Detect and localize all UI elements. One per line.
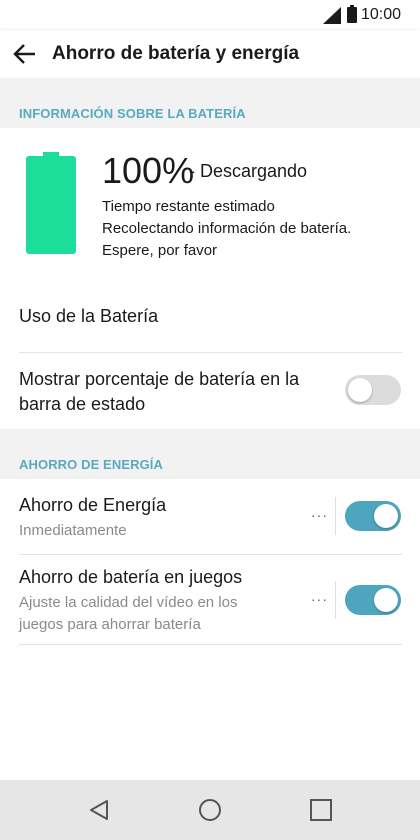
home-circle-icon[interactable] bbox=[198, 798, 222, 822]
more-options-icon[interactable]: ··· bbox=[311, 591, 328, 607]
energy-saver-row[interactable]: Ahorro de Energía Inmediatamente ··· bbox=[0, 479, 420, 554]
energy-saver-subtitle: Inmediatamente bbox=[19, 522, 127, 539]
status-time: 10:00 bbox=[361, 6, 402, 23]
battery-info-panel: 100% - Descargando Tiempo restante estim… bbox=[0, 128, 420, 270]
status-bar: 10:00 bbox=[0, 0, 420, 30]
vertical-separator bbox=[335, 581, 336, 619]
page-title: Ahorro de batería y energía bbox=[52, 43, 300, 64]
recents-square-icon[interactable] bbox=[309, 798, 333, 822]
app-bar: Ahorro de batería y energía bbox=[0, 30, 420, 78]
show-percentage-row[interactable]: Mostrar porcentaje de batería en la barr… bbox=[0, 353, 420, 429]
energy-saver-title: Ahorro de Energía bbox=[19, 495, 167, 515]
back-triangle-icon[interactable] bbox=[87, 798, 111, 822]
battery-usage-row[interactable]: Uso de la Batería bbox=[0, 290, 420, 352]
toggle-knob bbox=[374, 504, 398, 528]
toggle-knob bbox=[348, 378, 372, 402]
battery-usage-label: Uso de la Batería bbox=[19, 306, 159, 326]
game-saver-toggle[interactable] bbox=[345, 585, 401, 615]
show-percentage-toggle[interactable] bbox=[345, 375, 401, 405]
vertical-separator bbox=[335, 497, 336, 535]
estimate-line: Tiempo restante estimado bbox=[102, 198, 275, 215]
navigation-bar bbox=[0, 780, 420, 840]
section-header-label: AHORRO DE ENERGÍA bbox=[19, 457, 163, 472]
section-header-energy: AHORRO DE ENERGÍA bbox=[0, 429, 420, 479]
divider bbox=[19, 644, 402, 645]
estimate-line: Espere, por favor bbox=[102, 242, 218, 259]
battery-estimate: Tiempo restante estimado Recolectando in… bbox=[102, 196, 402, 262]
game-saver-subtitle-line2: juegos para ahorrar batería bbox=[19, 616, 201, 633]
show-percentage-label-line1: Mostrar porcentaje de batería en la bbox=[19, 369, 300, 389]
game-battery-saver-row[interactable]: Ahorro de batería en juegos Ajuste la ca… bbox=[0, 555, 420, 644]
section-header-battery-info: INFORMACIÓN SOBRE LA BATERÍA bbox=[0, 78, 420, 128]
battery-status: - Descargando bbox=[189, 161, 308, 181]
energy-saver-toggle[interactable] bbox=[345, 501, 401, 531]
show-percentage-label-line2: barra de estado bbox=[19, 394, 146, 414]
game-saver-subtitle-line1: Ajuste la calidad del vídeo en los bbox=[19, 594, 238, 611]
arrow-left-icon[interactable] bbox=[12, 42, 38, 66]
game-saver-title: Ahorro de batería en juegos bbox=[19, 567, 243, 587]
signal-icon bbox=[323, 7, 341, 24]
section-header-label: INFORMACIÓN SOBRE LA BATERÍA bbox=[19, 106, 246, 121]
more-options-icon[interactable]: ··· bbox=[311, 507, 328, 523]
battery-percentage: 100% bbox=[102, 150, 195, 191]
estimate-line: Recolectando información de batería. bbox=[102, 220, 352, 237]
battery-icon bbox=[347, 5, 357, 23]
battery-full-icon bbox=[26, 152, 76, 254]
toggle-knob bbox=[374, 588, 398, 612]
